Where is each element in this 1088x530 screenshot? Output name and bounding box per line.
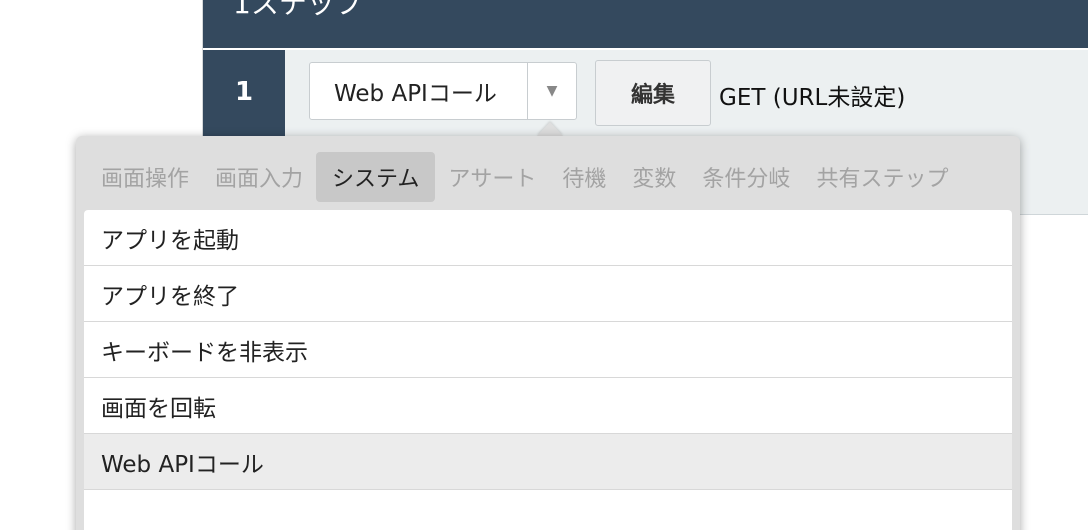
menu-item-launch-app[interactable]: アプリを起動 xyxy=(84,210,1012,266)
action-select[interactable]: Web APIコール ▼ xyxy=(309,62,577,120)
edit-button[interactable]: 編集 xyxy=(595,60,711,126)
steps-header: 1ステップ xyxy=(203,0,1088,48)
step-row: 1 Web APIコール ▼ 編集 GET (URL未設定) xyxy=(203,48,1088,134)
tab-variable[interactable]: 変数 xyxy=(619,152,689,202)
category-tabs: 画面操作 画面入力 システム アサート 待機 変数 条件分岐 共有ステップ xyxy=(88,152,961,202)
menu-item-rotate-screen[interactable]: 画面を回転 xyxy=(84,378,1012,434)
tab-wait[interactable]: 待機 xyxy=(549,152,619,202)
tab-screen-operation[interactable]: 画面操作 xyxy=(88,152,202,202)
action-select-value: Web APIコール xyxy=(334,81,497,107)
step-summary: GET (URL未設定) xyxy=(719,85,906,111)
stage: 1ステップ 1 Web APIコール ▼ 編集 GET (URL未設定) 画面操… xyxy=(0,0,1088,530)
steps-header-title: 1ステップ xyxy=(233,0,363,20)
menu-item-terminate-app[interactable]: アプリを終了 xyxy=(84,266,1012,322)
action-dropdown-popover: 画面操作 画面入力 システム アサート 待機 変数 条件分岐 共有ステップ アプ… xyxy=(76,136,1020,530)
tab-system[interactable]: システム xyxy=(316,152,436,202)
caret-down-icon[interactable]: ▼ xyxy=(527,63,576,119)
popover-caret xyxy=(537,122,563,136)
tab-conditional[interactable]: 条件分岐 xyxy=(689,152,803,202)
menu-item-hide-keyboard[interactable]: キーボードを非表示 xyxy=(84,322,1012,378)
tab-shared-step[interactable]: 共有ステップ xyxy=(803,152,961,202)
menu-item-web-api-call[interactable]: Web APIコール xyxy=(84,434,1012,490)
tab-assert[interactable]: アサート xyxy=(435,152,549,202)
step-number: 1 xyxy=(203,50,285,134)
tab-screen-input[interactable]: 画面入力 xyxy=(202,152,316,202)
action-menu-list: アプリを起動 アプリを終了 キーボードを非表示 画面を回転 Web APIコール xyxy=(84,210,1012,530)
